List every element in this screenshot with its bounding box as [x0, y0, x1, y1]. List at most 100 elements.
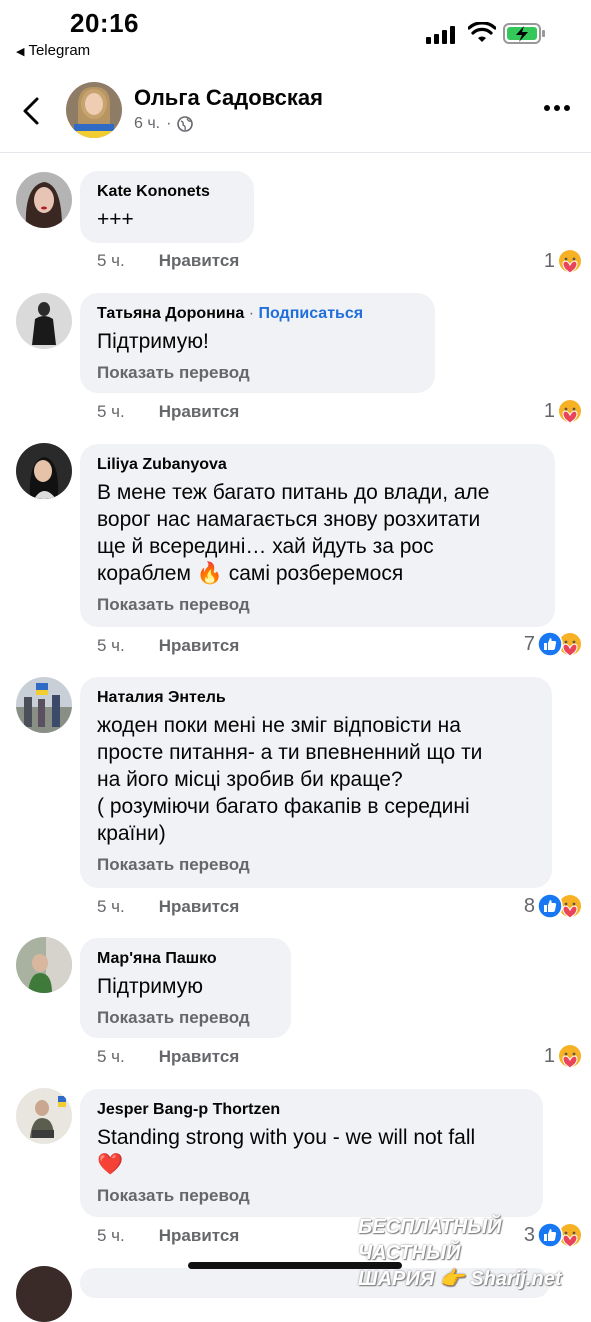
comment-actions: 5 ч. Нравится [97, 251, 239, 271]
heart-emoji: ❤️ [97, 1153, 124, 1176]
comment-time: 5 ч. [97, 402, 125, 421]
back-triangle-icon: ◀ [16, 46, 25, 58]
commenter-avatar[interactable] [16, 937, 72, 993]
status-bar: 20:16 ◀ Telegram [0, 0, 591, 66]
like-button[interactable]: Нравится [159, 251, 240, 270]
reaction-count: 8 [523, 894, 535, 917]
post-header: Ольга Садовская 6 ч. · [0, 72, 591, 153]
post-time: 6 ч. [134, 115, 161, 132]
like-button[interactable]: Нравится [159, 402, 240, 421]
reaction-count: 7 [523, 632, 535, 655]
text-line: Standing strong with you - we will not f… [97, 1126, 476, 1149]
like-reaction-icon [537, 1222, 563, 1248]
comment-bubble: Наталия Энтель жоден поки мені не зміг в… [80, 677, 552, 888]
reaction-count: 1 [543, 1044, 555, 1067]
comment-bubble: Jesper Bang-p Thortzen Standing strong w… [80, 1089, 543, 1217]
back-to-app-link[interactable]: ◀ Telegram [16, 42, 90, 59]
comment-bubble: Kate Kononets +++ [80, 171, 254, 243]
comment-time: 5 ч. [97, 1226, 125, 1245]
text-line: ( розуміючи багато факапів в середині [97, 795, 470, 818]
commenter-avatar[interactable] [16, 1266, 72, 1322]
post-meta: 6 ч. · [134, 115, 194, 133]
comment-time: 5 ч. [97, 636, 125, 655]
home-indicator[interactable] [188, 1262, 402, 1269]
text-line: на його місці зробив би краще? [97, 768, 403, 791]
more-options-icon[interactable] [543, 104, 571, 112]
comment-text: Standing strong with you - we will not f… [97, 1124, 526, 1178]
back-chevron-icon[interactable] [22, 96, 40, 126]
comment-actions: 5 ч. Нравится [97, 897, 239, 917]
text-line: ворог нас намагається знову розхитати [97, 508, 481, 531]
show-translation-button[interactable]: Показать перевод [97, 594, 538, 616]
comment-actions: 5 ч. Нравится [97, 636, 239, 656]
comment-time: 5 ч. [97, 251, 125, 270]
comment-bubble: Татьяна Доронина · Подписаться Підтримую… [80, 293, 435, 393]
comment-author[interactable]: Kate Kononets [97, 181, 237, 203]
signal-icon [426, 26, 455, 44]
comment-text: В мене теж багато питань до влади, але в… [97, 479, 538, 587]
like-reaction-icon [537, 893, 563, 919]
reactions[interactable]: 7 [524, 631, 583, 657]
reactions[interactable]: 1 [544, 398, 583, 424]
comment-actions: 5 ч. Нравится [97, 1226, 239, 1246]
like-button[interactable]: Нравится [159, 1047, 240, 1066]
comment-actions: 5 ч. Нравится [97, 402, 239, 422]
meta-separator: · [166, 115, 172, 132]
reactions[interactable]: 1 [544, 1043, 583, 1069]
care-reaction-icon [559, 250, 581, 274]
show-translation-button[interactable]: Показать перевод [97, 1185, 526, 1207]
comment-bubble: Мар'яна Пашко Підтримую Показать перевод [80, 938, 291, 1038]
text-line: ще й всередині… хай йдуть за рос [97, 535, 434, 558]
comment-text: +++ [97, 208, 134, 231]
text-line: жоден поки мені не зміг відповісти на [97, 714, 461, 737]
text-fragment: самі розберемося [222, 562, 404, 585]
show-translation-button[interactable]: Показать перевод [97, 854, 535, 876]
clock: 20:16 [70, 8, 139, 38]
back-app-label: Telegram [28, 42, 91, 59]
follow-button[interactable]: Подписаться [258, 305, 363, 322]
like-button[interactable]: Нравится [159, 636, 240, 655]
comment-author[interactable]: Мар'яна Пашко [97, 948, 274, 970]
comment-time: 5 ч. [97, 1047, 125, 1066]
battery-charging-icon [503, 23, 545, 44]
text-line: В мене теж багато питань до влади, але [97, 481, 490, 504]
text-line: країни) [97, 822, 166, 845]
comment-author[interactable]: Liliya Zubanyova [97, 454, 538, 476]
comment-author[interactable]: Татьяна Доронина [97, 305, 244, 322]
text-line: просте питання- а ти впевненний що ти [97, 741, 483, 764]
commenter-avatar[interactable] [16, 172, 72, 228]
like-button[interactable]: Нравится [159, 1226, 240, 1245]
comment-author[interactable]: Jesper Bang-p Thortzen [97, 1099, 526, 1121]
author-avatar[interactable] [66, 82, 122, 138]
comment-time: 5 ч. [97, 897, 125, 916]
follow-separator: · [244, 305, 259, 322]
comment-text: Підтримую! [97, 330, 209, 353]
commenter-avatar[interactable] [16, 677, 72, 733]
comment-author[interactable]: Наталия Энтель [97, 687, 535, 709]
show-translation-button[interactable]: Показать перевод [97, 1007, 274, 1029]
reactions[interactable]: 1 [544, 248, 583, 274]
wifi-icon [468, 22, 496, 42]
care-reaction-icon [559, 400, 581, 424]
comment-author-line: Татьяна Доронина · Подписаться [97, 303, 418, 325]
text-fragment: кораблем [97, 562, 191, 585]
text-line: кораблем 🔥 самі розберемося [97, 560, 538, 587]
globe-icon [177, 116, 194, 132]
comment-actions: 5 ч. Нравится [97, 1047, 239, 1067]
commenter-avatar[interactable] [16, 1088, 72, 1144]
reaction-count: 1 [543, 399, 555, 422]
fire-emoji: 🔥 [196, 562, 223, 585]
commenter-avatar[interactable] [16, 293, 72, 349]
care-reaction-icon [559, 1045, 581, 1069]
comment-bubble: Liliya Zubanyova В мене теж багато питан… [80, 444, 555, 627]
comment-text: жоден поки мені не зміг відповісти на пр… [97, 712, 535, 847]
watermark-line: ШАРИЯ 👉 Sharij.net [358, 1268, 562, 1290]
show-translation-button[interactable]: Показать перевод [97, 362, 418, 384]
like-button[interactable]: Нравится [159, 897, 240, 916]
comment-text: Підтримую [97, 975, 203, 998]
reactions[interactable]: 8 [524, 893, 583, 919]
reaction-count: 1 [543, 249, 555, 272]
author-name[interactable]: Ольга Садовская [134, 85, 323, 111]
like-reaction-icon [537, 631, 563, 657]
commenter-avatar[interactable] [16, 443, 72, 499]
